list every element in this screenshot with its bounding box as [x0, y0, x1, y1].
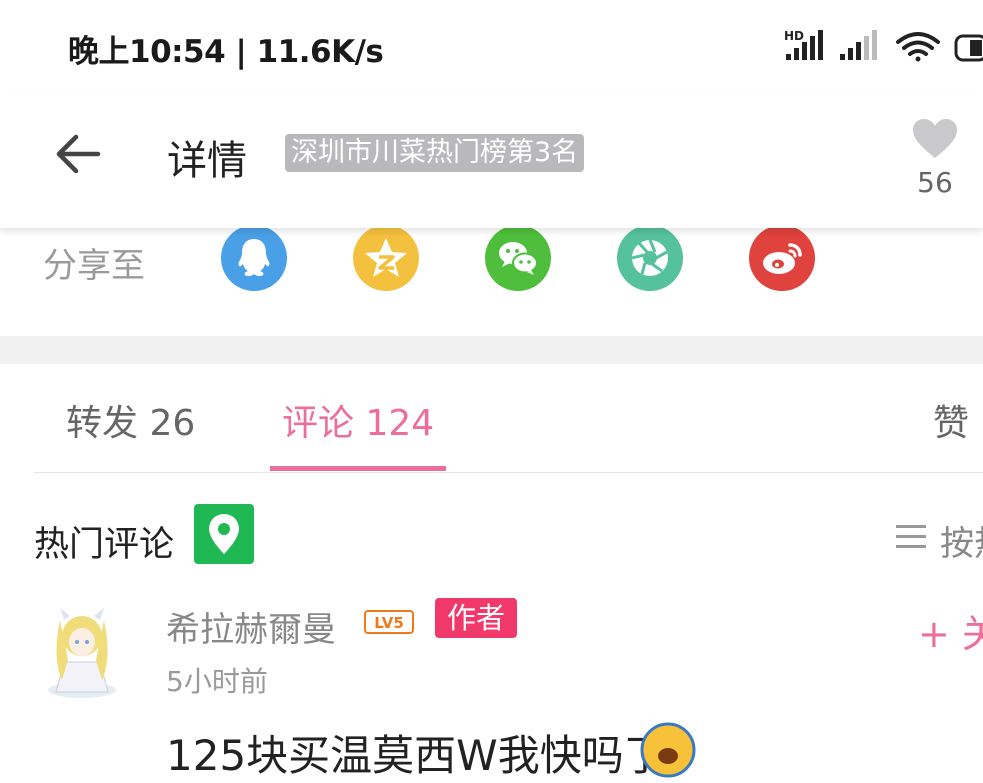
hot-comments-title: 热门评论 [34, 525, 175, 565]
tab-repost[interactable]: 转发 26 [66, 394, 195, 446]
like-count: 56 [917, 166, 953, 199]
back-arrow-icon[interactable] [50, 126, 106, 182]
wifi-icon [896, 32, 940, 62]
wechat-icon [499, 242, 538, 275]
share-qzone-button[interactable] [353, 225, 419, 291]
share-moments-button[interactable] [617, 225, 683, 291]
battery-icon [954, 34, 983, 62]
tab-divider [34, 472, 983, 473]
sort-label[interactable]: 按热 [940, 516, 983, 565]
top-bar: 详情 深圳市川菜热门榜第3名 56 [0, 96, 983, 228]
crying-emoji-icon [640, 722, 696, 778]
tab-comments[interactable]: 评论 124 [282, 394, 434, 446]
status-time: 晚上10:54 | 11.6K/s [68, 34, 384, 70]
hd-signal-icon: HD [784, 29, 823, 60]
active-tab-indicator [270, 466, 446, 471]
signal-icon [840, 30, 877, 60]
comment-time: 5小时前 [166, 665, 268, 698]
status-icons: HD [784, 28, 983, 66]
level-label: LV5 [374, 614, 404, 632]
weibo-icon [763, 243, 802, 274]
like-button[interactable]: 56 [900, 116, 970, 199]
comment-text: 125块买温莫西W我快吗了 [166, 731, 666, 780]
author-badge: 作者 [435, 598, 518, 638]
level-badge: LV5 [364, 610, 414, 634]
avatar[interactable] [38, 600, 126, 700]
page-title: 详情 [167, 138, 247, 184]
sort-menu-icon[interactable] [896, 523, 926, 551]
heart-icon [913, 119, 957, 158]
moments-aperture-icon [631, 239, 668, 276]
section-divider [0, 336, 983, 364]
share-weibo-button[interactable] [749, 225, 815, 291]
tab-likes[interactable]: 赞 [933, 394, 969, 446]
location-pin-icon[interactable] [194, 504, 254, 564]
share-label: 分享至 [43, 246, 145, 286]
qq-icon [238, 239, 270, 277]
hd-label: HD [784, 29, 804, 43]
rank-badge[interactable]: 深圳市川菜热门榜第3名 [285, 134, 585, 172]
share-qq-button[interactable] [221, 225, 287, 291]
qzone-star-icon [365, 238, 407, 277]
share-wechat-button[interactable] [485, 225, 551, 291]
comment-username[interactable]: 希拉赫爾曼 [166, 602, 336, 651]
follow-button[interactable]: + 关 [918, 603, 983, 658]
